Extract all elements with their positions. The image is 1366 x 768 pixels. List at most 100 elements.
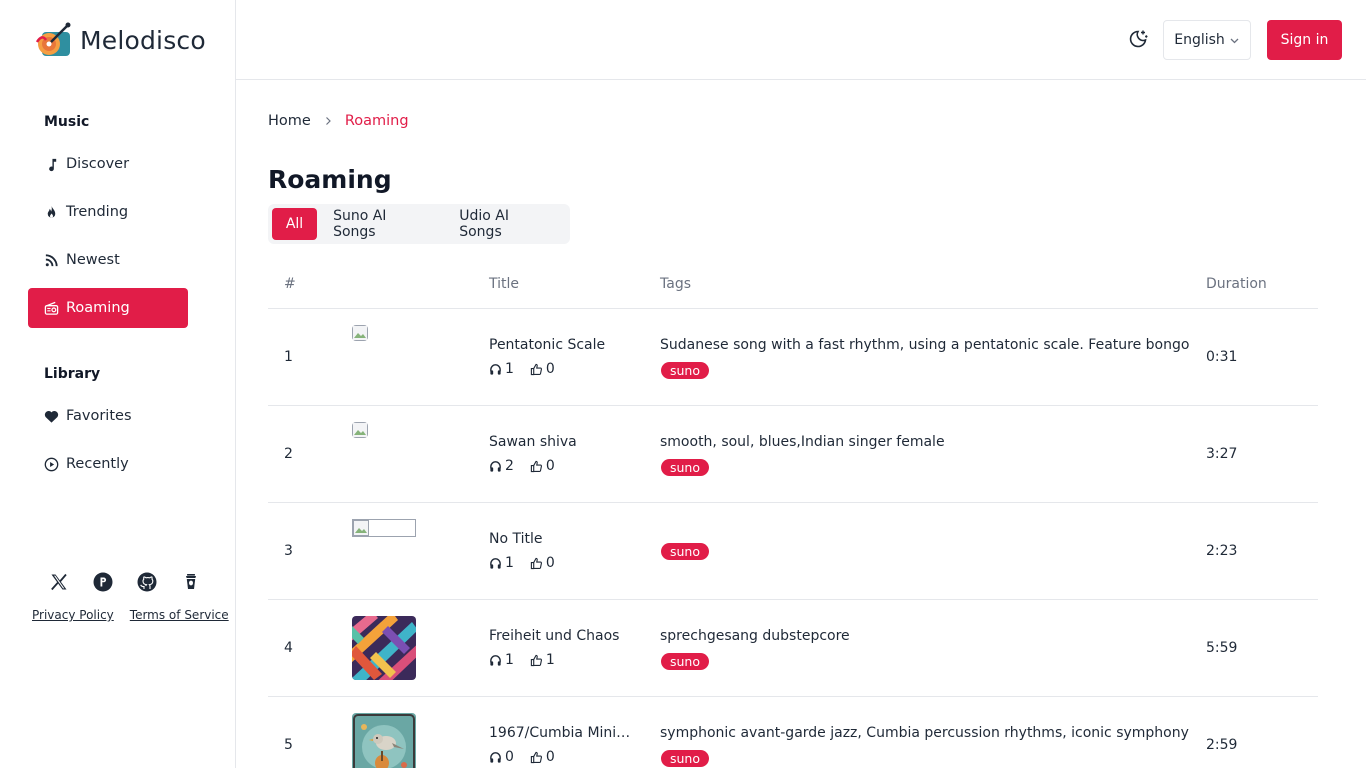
x-icon[interactable] <box>48 571 70 593</box>
thumbs-up-icon <box>530 557 542 569</box>
logo[interactable]: Melodisco <box>32 22 206 58</box>
song-duration: 5:59 <box>1206 640 1238 656</box>
social-links <box>48 571 202 593</box>
page-title: Roaming <box>268 165 392 194</box>
library-heading: Library <box>44 366 101 382</box>
song-title[interactable]: 1967/Cumbia Minia… <box>489 725 634 741</box>
source-badge: suno <box>661 750 710 767</box>
thumbs-up-icon <box>530 363 542 375</box>
song-duration: 2:23 <box>1206 543 1238 559</box>
cover-image[interactable] <box>352 519 416 537</box>
song-stats: 1 1 <box>489 652 555 668</box>
sidebar-item-label: Favorites <box>66 408 132 424</box>
row-number: 1 <box>284 349 293 365</box>
sidebar-item-recently[interactable]: Recently <box>28 444 188 484</box>
table-header: # Title Tags Duration <box>268 264 1318 309</box>
song-duration: 0:31 <box>1206 349 1238 365</box>
song-tags: smooth, soul, blues,Indian singer female <box>660 434 945 450</box>
headphones-icon <box>490 460 501 472</box>
sidebar-item-label: Trending <box>66 204 129 220</box>
table-row[interactable]: 4 Freiheit und Chaos 1 1 sprechgesang du… <box>268 600 1318 697</box>
breadcrumb-home[interactable]: Home <box>268 113 311 129</box>
language-select[interactable]: English <box>1163 20 1251 60</box>
music-note-icon <box>49 158 57 171</box>
sidebar-item-discover[interactable]: Discover <box>28 144 188 184</box>
song-duration: 3:27 <box>1206 446 1238 462</box>
source-badge: suno <box>661 543 710 560</box>
song-tags: sprechgesang dubstepcore <box>660 628 850 644</box>
table-row[interactable]: 1 Pentatonic Scale 1 0 Sudanese song wit… <box>268 309 1318 406</box>
plays-count: 1 <box>489 652 514 668</box>
song-stats: 1 0 <box>489 555 555 571</box>
songs-table: # Title Tags Duration 1 Pentatonic Scale… <box>268 264 1318 768</box>
header-duration: Duration <box>1206 276 1267 292</box>
likes-count[interactable]: 0 <box>530 749 555 765</box>
github-icon[interactable] <box>136 571 158 593</box>
thumbs-up-icon <box>530 460 542 472</box>
tab-suno[interactable]: Suno AI Songs <box>317 208 443 240</box>
row-number: 5 <box>284 737 293 753</box>
coffee-icon[interactable] <box>180 571 202 593</box>
likes-count[interactable]: 1 <box>530 652 555 668</box>
cover-image[interactable] <box>352 325 368 341</box>
logo-guitar-icon <box>35 22 71 56</box>
sidebar-item-label: Discover <box>66 156 130 172</box>
music-heading: Music <box>44 114 90 130</box>
song-stats: 1 0 <box>489 361 555 377</box>
plays-count: 2 <box>489 458 514 474</box>
dark-mode-moon-icon[interactable] <box>1127 28 1149 50</box>
header-num: # <box>284 276 296 292</box>
producthunt-icon[interactable] <box>92 571 114 593</box>
sidebar-item-trending[interactable]: Trending <box>28 192 188 232</box>
cover-image[interactable] <box>352 422 368 438</box>
sidebar: Melodisco Music Discover Trending Newest… <box>0 0 236 768</box>
likes-count[interactable]: 0 <box>530 555 555 571</box>
rss-icon <box>45 253 58 266</box>
sidebar-item-newest[interactable]: Newest <box>28 240 188 280</box>
sidebar-item-label: Roaming <box>66 300 130 316</box>
header-tags: Tags <box>660 276 691 292</box>
headphones-icon <box>490 363 501 375</box>
chevron-right-icon <box>325 117 331 125</box>
chevron-down-icon <box>1230 38 1239 43</box>
source-tabs: All Suno AI Songs Udio AI Songs <box>268 204 570 244</box>
sidebar-item-favorites[interactable]: Favorites <box>28 396 188 436</box>
breadcrumb-current: Roaming <box>344 113 409 129</box>
row-number: 2 <box>284 446 293 462</box>
sign-in-button[interactable]: Sign in <box>1267 20 1342 60</box>
song-stats: 0 0 <box>489 749 555 765</box>
heart-icon <box>44 410 59 423</box>
sidebar-item-label: Newest <box>66 252 120 268</box>
tab-udio[interactable]: Udio AI Songs <box>443 208 566 240</box>
privacy-policy-link[interactable]: Privacy Policy <box>32 608 114 622</box>
top-header: English Sign in <box>236 0 1366 80</box>
likes-count[interactable]: 0 <box>530 458 555 474</box>
song-title[interactable]: Pentatonic Scale <box>489 337 634 353</box>
song-tags: Sudanese song with a fast rhythm, using … <box>660 337 1190 353</box>
sidebar-item-roaming[interactable]: Roaming <box>28 288 188 328</box>
song-title[interactable]: Freiheit und Chaos <box>489 628 634 644</box>
source-badge: suno <box>661 362 710 379</box>
likes-count[interactable]: 0 <box>530 361 555 377</box>
headphones-icon <box>490 557 501 569</box>
header-title: Title <box>489 276 520 292</box>
tab-all[interactable]: All <box>272 208 318 240</box>
table-row[interactable]: 5 1967/Cumbia Minia… 0 0 symphonic avant… <box>268 697 1318 768</box>
table-row[interactable]: 2 Sawan shiva 2 0 smooth, soul, blues,In… <box>268 406 1318 503</box>
terms-of-service-link[interactable]: Terms of Service <box>130 608 229 622</box>
radio-icon <box>44 301 59 315</box>
song-stats: 2 0 <box>489 458 555 474</box>
cover-image[interactable] <box>352 616 416 680</box>
app-name: Melodisco <box>80 25 206 55</box>
song-title[interactable]: No Title <box>489 531 634 547</box>
cover-image[interactable] <box>352 713 416 768</box>
song-title[interactable]: Sawan shiva <box>489 434 634 450</box>
source-badge: suno <box>661 653 710 670</box>
row-number: 4 <box>284 640 293 656</box>
plays-count: 1 <box>489 361 514 377</box>
row-number: 3 <box>284 543 293 559</box>
language-value: English <box>1174 32 1225 48</box>
headphones-icon <box>490 654 501 666</box>
table-row[interactable]: 3 No Title 1 0 suno 2:23 <box>268 503 1318 600</box>
song-tags: symphonic avant-garde jazz, Cumbia percu… <box>660 725 1190 741</box>
